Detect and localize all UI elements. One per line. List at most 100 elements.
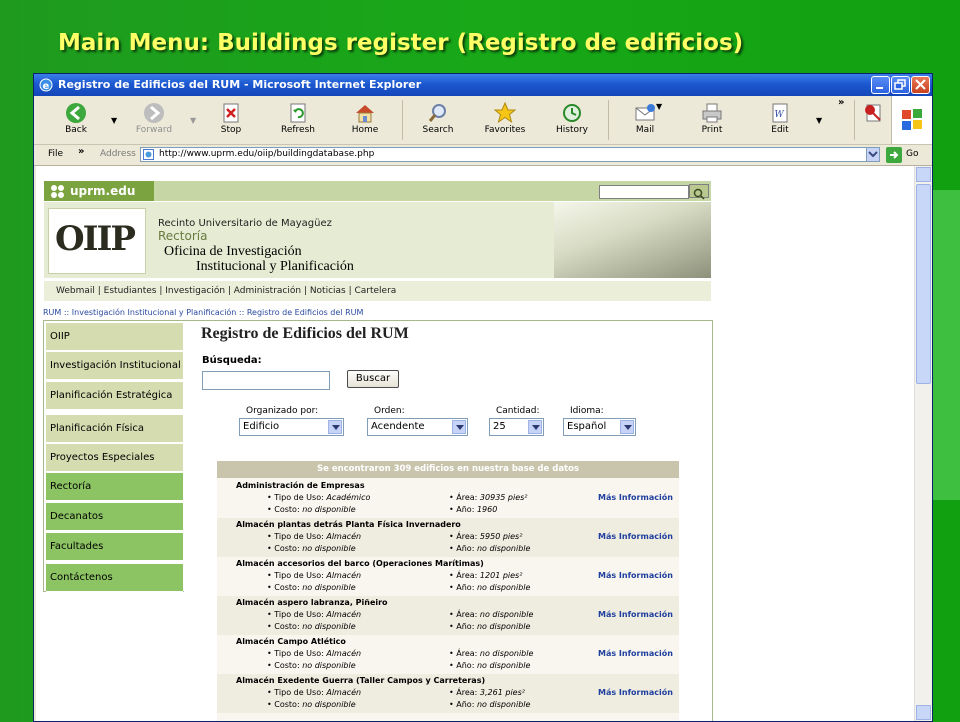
maximize-button[interactable] bbox=[891, 76, 910, 94]
search-label: Search bbox=[422, 125, 454, 135]
sidebar-item-oiip[interactable]: OIIP bbox=[46, 323, 183, 351]
pdf-button[interactable] bbox=[858, 98, 888, 142]
favorites-label: Favorites bbox=[484, 125, 526, 135]
home-button[interactable]: Home bbox=[337, 98, 393, 142]
go-button[interactable]: Go bbox=[886, 147, 918, 166]
uprm-logo[interactable]: uprm.edu bbox=[44, 181, 154, 201]
slide-title: Main Menu: Buildings register (Registro … bbox=[58, 30, 744, 56]
uprm-header-bar: uprm.edu bbox=[44, 181, 711, 201]
dropdown-button[interactable] bbox=[452, 420, 466, 434]
sidebar-item-contactenos[interactable]: Contáctenos bbox=[46, 564, 183, 592]
field-ano: • Año: no disponible bbox=[449, 661, 530, 670]
orden-label: Orden: bbox=[374, 406, 405, 416]
field-value: 5950 pies² bbox=[479, 532, 523, 541]
minimize-button[interactable] bbox=[871, 76, 890, 94]
field-costo: • Costo: no disponible bbox=[267, 661, 356, 670]
field-value: Almacén bbox=[326, 532, 362, 541]
field-value: Almacén bbox=[326, 688, 362, 697]
field-costo: • Costo: no disponible bbox=[267, 544, 356, 553]
site-search-input[interactable] bbox=[599, 185, 689, 199]
dropdown-button[interactable] bbox=[328, 420, 342, 434]
sidebar-item-rectoria[interactable]: Rectoría bbox=[46, 473, 183, 501]
sidebar-item-label: Proyectos Especiales bbox=[50, 452, 155, 463]
top-nav: Webmail | Estudiantes | Investigación | … bbox=[44, 281, 711, 301]
top-nav-links[interactable]: Webmail | Estudiantes | Investigación | … bbox=[56, 286, 396, 296]
toolbar-separator bbox=[608, 100, 609, 140]
orden-select[interactable]: Acendente bbox=[367, 418, 468, 436]
history-label: History bbox=[555, 125, 589, 135]
favorites-button[interactable]: Favorites bbox=[477, 98, 533, 142]
field-area: • Área: no disponible bbox=[449, 649, 533, 658]
sidebar-item-investigacion[interactable]: Investigación Institucional bbox=[46, 352, 183, 380]
mail-label: Mail bbox=[635, 125, 655, 135]
vertical-scrollbar[interactable] bbox=[914, 166, 932, 721]
title-bar[interactable]: e Registro de Edificios del RUM - Micros… bbox=[34, 74, 932, 96]
field-value: 1201 pies² bbox=[479, 571, 523, 580]
back-button[interactable]: Back bbox=[48, 98, 104, 142]
toolbar-more-chevron-icon[interactable]: » bbox=[838, 97, 844, 108]
mail-dropdown-icon[interactable]: ▼ bbox=[656, 102, 662, 111]
sidebar-item-facultades[interactable]: Facultades bbox=[46, 533, 183, 561]
mail-button[interactable]: Mail bbox=[617, 98, 673, 142]
edit-button[interactable]: W Edit bbox=[752, 98, 808, 142]
scroll-up-button[interactable] bbox=[916, 167, 931, 182]
mas-informacion-link[interactable]: Más Información bbox=[598, 532, 673, 541]
building-name: Almacén Campo Atlético bbox=[236, 637, 346, 646]
scroll-down-button[interactable] bbox=[916, 705, 931, 720]
forward-button[interactable]: Forward bbox=[126, 98, 182, 142]
sidebar-item-proyectos[interactable]: Proyectos Especiales bbox=[46, 444, 183, 472]
menu-file[interactable]: File bbox=[48, 149, 63, 159]
stop-button[interactable]: Stop bbox=[203, 98, 259, 142]
field-label: • Área: bbox=[449, 571, 478, 580]
field-value: Almacén bbox=[326, 649, 362, 658]
field-tipo-uso: • Tipo de Uso: Almacén bbox=[267, 571, 361, 580]
uprm-flower-icon bbox=[51, 185, 64, 198]
chevron-down-icon bbox=[456, 425, 464, 430]
mas-informacion-link[interactable]: Más Información bbox=[598, 688, 673, 697]
field-area: • Área: 5950 pies² bbox=[449, 532, 522, 541]
mas-informacion-link[interactable]: Más Información bbox=[598, 571, 673, 580]
field-costo: • Costo: no disponible bbox=[267, 622, 356, 631]
idioma-select[interactable]: Español bbox=[563, 418, 636, 436]
cantidad-value: 25 bbox=[493, 421, 506, 432]
history-button[interactable]: History bbox=[544, 98, 600, 142]
field-label: • Área: bbox=[449, 649, 478, 658]
table-row: Almacén Exedente Guerra (Taller Campos y… bbox=[217, 674, 679, 713]
scroll-thumb[interactable] bbox=[916, 184, 931, 384]
close-button[interactable] bbox=[911, 76, 930, 94]
buscar-button[interactable]: Buscar bbox=[347, 370, 399, 388]
uprm-logo-text: uprm.edu bbox=[70, 184, 136, 198]
cantidad-select[interactable]: 25 bbox=[489, 418, 544, 436]
back-dropdown-icon[interactable]: ▼ bbox=[111, 116, 117, 125]
edit-dropdown-icon[interactable]: ▼ bbox=[816, 116, 822, 125]
menu-more-chevron-icon[interactable]: » bbox=[78, 146, 84, 157]
mas-informacion-link[interactable]: Más Información bbox=[598, 493, 673, 502]
chevron-down-icon bbox=[332, 425, 340, 430]
page-viewport: uprm.edu OIIP Recinto Universitario de M… bbox=[36, 166, 914, 721]
svg-text:W: W bbox=[775, 110, 785, 120]
printer-icon bbox=[702, 103, 722, 123]
building-name: Almacén accesorios del barco (Operacione… bbox=[236, 559, 484, 568]
dropdown-button[interactable] bbox=[620, 420, 634, 434]
organizado-select[interactable]: Edificio bbox=[239, 418, 344, 436]
print-button[interactable]: Print bbox=[684, 98, 740, 142]
forward-dropdown-icon[interactable]: ▼ bbox=[190, 116, 196, 125]
address-input[interactable]: http://www.uprm.edu/oiip/buildingdatabas… bbox=[140, 147, 880, 162]
sidebar-item-label: OIIP bbox=[50, 331, 70, 342]
search-button[interactable]: Search bbox=[410, 98, 466, 142]
field-value: Almacén bbox=[326, 610, 362, 619]
forward-icon bbox=[144, 103, 164, 123]
field-area: • Área: 30935 pies² bbox=[449, 493, 528, 502]
sidebar-item-planificacion-estrategica[interactable]: Planificación Estratégica bbox=[46, 382, 183, 410]
dropdown-button[interactable] bbox=[528, 420, 542, 434]
mas-informacion-link[interactable]: Más Información bbox=[598, 649, 673, 658]
site-search-button[interactable] bbox=[689, 184, 709, 200]
sidebar-item-decanatos[interactable]: Decanatos bbox=[46, 503, 183, 531]
building-search-input[interactable] bbox=[202, 371, 330, 390]
mas-informacion-link[interactable]: Más Información bbox=[598, 610, 673, 619]
oiip-logo[interactable]: OIIP bbox=[48, 208, 146, 274]
refresh-button[interactable]: Refresh bbox=[270, 98, 326, 142]
address-dropdown-button[interactable] bbox=[866, 147, 880, 162]
breadcrumb[interactable]: RUM :: Investigación Institucional y Pla… bbox=[43, 308, 363, 317]
sidebar-item-planificacion-fisica[interactable]: Planificación Física bbox=[46, 415, 183, 443]
